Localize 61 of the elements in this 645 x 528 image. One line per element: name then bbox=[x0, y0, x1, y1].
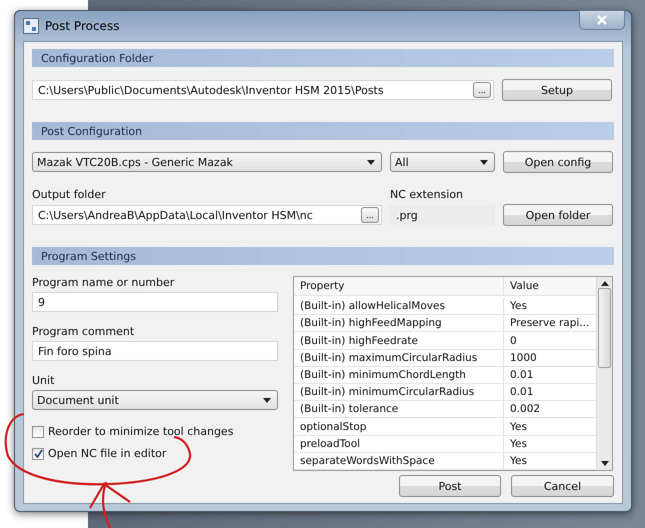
post-button[interactable]: Post bbox=[399, 475, 501, 497]
table-cell-text: Preserve rapi... bbox=[509, 316, 590, 332]
table-cell-text: Yes bbox=[509, 299, 528, 314]
open-folder-button[interactable]: Open folder bbox=[503, 204, 613, 226]
section-header: Program Settings bbox=[32, 247, 614, 265]
post-dropdown[interactable]: Mazak VTC20B.cps - Generic Mazak bbox=[32, 152, 382, 172]
extension-field[interactable]: .prg bbox=[390, 205, 495, 225]
field-label: Program name or number bbox=[32, 276, 176, 289]
program-comment-field[interactable]: Fin foro spina bbox=[32, 341, 278, 361]
table-cell-text: 0.002 bbox=[509, 402, 542, 418]
table-cell: optionalStop bbox=[294, 418, 504, 435]
window-title: Post Process bbox=[45, 19, 120, 33]
table-cell-text: 1000 bbox=[509, 350, 538, 366]
table-cell: (Built-in) maximumCircularRadius bbox=[294, 350, 504, 366]
field-label: NC extension bbox=[390, 188, 464, 201]
section-header: Configuration Folder bbox=[32, 49, 614, 67]
table-cell: (Built-in) minimumChordLength bbox=[294, 366, 504, 384]
checkbox[interactable] bbox=[32, 448, 44, 460]
app-icon bbox=[23, 18, 39, 34]
table-cell-text: 0.01 bbox=[509, 385, 534, 400]
scroll-down-icon bbox=[600, 461, 608, 466]
field-label: Program comment bbox=[32, 325, 136, 338]
table-cell: (Built-in) tolerance bbox=[294, 401, 504, 418]
path-field[interactable]: C:\Users\Public\Documents\Autodesk\Inventor HSM 2015\Posts ... bbox=[32, 80, 494, 100]
browse-button[interactable]: ... bbox=[361, 207, 379, 223]
cancel-button[interactable]: Cancel bbox=[511, 475, 614, 497]
unit-dropdown[interactable]: Document unit bbox=[32, 390, 278, 410]
table-cell: preloadTool bbox=[294, 436, 504, 452]
program-name-field[interactable]: 9 bbox=[32, 292, 278, 312]
table-cell: (Built-in) allowHelicalMoves bbox=[294, 298, 504, 314]
setup-button[interactable]: Setup bbox=[502, 79, 612, 101]
table-cell: (Built-in) highFeedrate bbox=[294, 332, 504, 349]
field-label: Output folder bbox=[32, 188, 107, 201]
table-cell-text: Yes bbox=[509, 420, 528, 434]
table-cell-text: 0.01 bbox=[509, 368, 534, 383]
checkbox[interactable] bbox=[32, 426, 44, 438]
checkbox-label: Open NC file in editor bbox=[48, 447, 166, 460]
table-cell: separateWordsWithSpace bbox=[294, 452, 504, 469]
table-cell-text: Yes bbox=[509, 436, 528, 452]
dropdown-arrow-icon bbox=[263, 398, 271, 402]
scroll-thumb[interactable] bbox=[598, 288, 611, 368]
output-folder-field[interactable]: C:\Users\AndreaB\AppData\Local\Inventor HSM\nc ... bbox=[32, 205, 382, 225]
field-label: Unit bbox=[32, 374, 56, 387]
scrollbar[interactable] bbox=[596, 277, 612, 470]
close-icon bbox=[597, 15, 607, 25]
column-header[interactable]: Property bbox=[294, 277, 504, 296]
close-button[interactable] bbox=[579, 10, 625, 30]
checkbox-label: Reorder to minimize tool changes bbox=[48, 425, 234, 438]
browse-button[interactable]: ... bbox=[473, 82, 491, 98]
column-header[interactable]: Value bbox=[504, 277, 596, 296]
table-cell: (Built-in) highFeedMapping bbox=[294, 315, 504, 332]
table-cell-text: 0 bbox=[509, 334, 518, 349]
table-cell-text: Yes bbox=[509, 454, 528, 469]
section-header: Post Configuration bbox=[32, 122, 614, 140]
open-config-button[interactable]: Open config bbox=[503, 151, 613, 173]
dropdown-arrow-icon bbox=[367, 160, 375, 164]
table-cell: (Built-in) minimumCircularRadius bbox=[294, 384, 504, 400]
dropdown-arrow-icon bbox=[480, 160, 488, 164]
scroll-up-icon bbox=[600, 281, 608, 286]
checkmark-icon bbox=[34, 449, 42, 458]
filter-dropdown[interactable]: All bbox=[390, 152, 495, 172]
